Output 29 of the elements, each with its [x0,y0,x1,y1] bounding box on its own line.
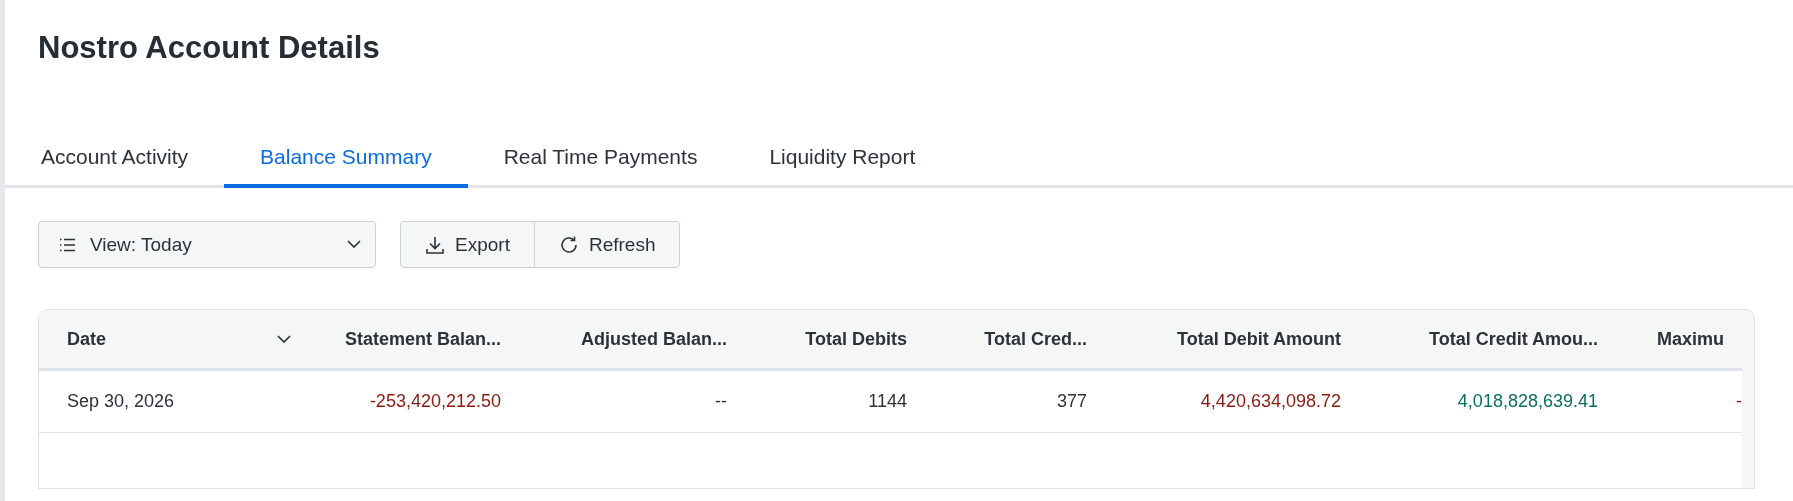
chevron-down-icon [347,240,361,249]
download-icon [425,234,445,255]
tab[interactable]: Balance Summary [224,126,468,188]
column-header[interactable]: Date [67,328,106,350]
page-title: Nostro Account Details [38,29,381,67]
table-cell: 377 [1056,391,1087,411]
table-cell: -253,420,212.50 [369,391,501,411]
list-icon [59,237,76,252]
column-header[interactable]: Maximu [1657,328,1725,350]
view-select[interactable]: View: Today [38,221,376,268]
tab[interactable]: Liquidity Report [733,126,952,188]
table-cell: 4,420,634,098.72 [1200,391,1341,411]
chevron-down-icon[interactable] [277,334,291,344]
column-header[interactable]: Statement Balan... [344,328,501,350]
refresh-icon [558,234,579,255]
table-cell: 4,018,828,639.41 [1457,391,1598,411]
column-header[interactable]: Adjusted Balan... [580,328,727,350]
export-button[interactable]: Export [401,222,534,267]
column-header[interactable]: Total Credit Amou... [1429,328,1598,350]
tab[interactable]: Account Activity [5,126,225,188]
table-cell: - [1736,391,1742,411]
column-header[interactable]: Total Debits [805,328,907,350]
table-cell: Sep 30, 2026 [67,391,175,411]
column-header[interactable]: Total Debit Amount [1177,328,1341,350]
column-header[interactable]: Total Cred... [984,328,1087,350]
tab[interactable]: Real Time Payments [467,126,734,188]
table-cell: 1144 [868,391,907,411]
refresh-button[interactable]: Refresh [533,222,680,267]
table-cell: -- [715,391,727,411]
